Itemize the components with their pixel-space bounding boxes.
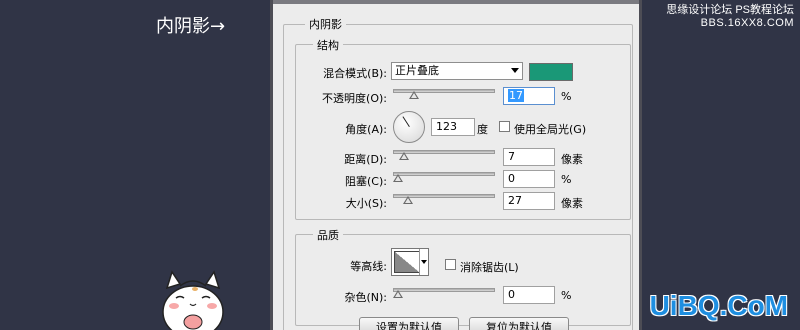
watermark-line1: 思缘设计论坛 PS教程论坛: [666, 4, 794, 16]
choke-label: 阻塞(C):: [345, 175, 387, 188]
chevron-down-icon[interactable]: [419, 249, 428, 275]
global-light-checkbox[interactable]: [499, 121, 510, 132]
structure-group-title: 结构: [313, 37, 343, 53]
noise-slider-thumb[interactable]: [393, 290, 403, 298]
choke-input[interactable]: 0: [503, 170, 555, 188]
blend-mode-value: 正片叠底: [395, 64, 439, 77]
noise-slider[interactable]: [393, 285, 495, 298]
blend-mode-select[interactable]: 正片叠底: [391, 62, 523, 80]
opacity-value: 17: [508, 89, 524, 102]
inner-shadow-group-title: 内阴影: [305, 16, 346, 32]
watermark-line2: BBS.16XX8.COM: [700, 17, 794, 29]
choke-slider[interactable]: [393, 169, 495, 182]
uibq-logo: UiBQ.CoM: [649, 290, 788, 321]
blend-color-swatch[interactable]: [529, 63, 573, 81]
reset-default-button[interactable]: 复位为默认值: [469, 317, 569, 330]
opacity-slider[interactable]: [393, 86, 495, 99]
size-unit: 像素: [561, 197, 583, 210]
dialog-top-strip: [273, 0, 639, 4]
choke-unit: %: [561, 173, 572, 186]
angle-input[interactable]: 123: [431, 118, 475, 136]
opacity-unit: %: [561, 90, 572, 103]
distance-input[interactable]: 7: [503, 148, 555, 166]
distance-unit: 像素: [561, 153, 583, 166]
inner-shadow-dialog: 内阴影 结构 混合模式(B): 正片叠底 不透明度(O): 17 % 角度(A)…: [270, 0, 642, 330]
hamster-mascot-illustration: [162, 270, 224, 330]
chevron-down-icon: [511, 68, 519, 73]
angle-dial[interactable]: [393, 111, 425, 143]
distance-label: 距离(D):: [344, 153, 387, 166]
noise-slider-track: [393, 288, 495, 292]
choke-slider-thumb[interactable]: [393, 174, 403, 182]
quality-group-title: 品质: [313, 227, 343, 243]
size-label: 大小(S):: [345, 197, 387, 210]
opacity-label: 不透明度(O):: [322, 92, 387, 105]
angle-label: 角度(A):: [345, 123, 387, 136]
size-slider[interactable]: [393, 191, 495, 204]
opacity-input[interactable]: 17: [503, 87, 555, 105]
watermark: 思缘设计论坛 PS教程论坛 BBS.16XX8.COM: [666, 4, 794, 30]
caption-text: 内阴影→: [156, 16, 226, 37]
noise-label: 杂色(N):: [344, 291, 387, 304]
size-input[interactable]: 27: [503, 192, 555, 210]
global-light-label: 使用全局光(G): [514, 123, 587, 136]
antialias-checkbox[interactable]: [445, 259, 456, 270]
antialias-label: 消除锯齿(L): [460, 261, 519, 274]
contour-preview: [394, 251, 420, 273]
blend-mode-label: 混合模式(B):: [323, 67, 387, 80]
quality-group: [295, 234, 631, 326]
set-default-button[interactable]: 设置为默认值: [359, 317, 459, 330]
noise-unit: %: [561, 289, 572, 302]
distance-slider-thumb[interactable]: [399, 152, 410, 160]
angle-dial-hand: [402, 116, 410, 127]
contour-picker[interactable]: [391, 248, 429, 276]
distance-slider[interactable]: [393, 147, 495, 160]
opacity-slider-thumb[interactable]: [408, 91, 419, 99]
contour-label: 等高线:: [350, 260, 387, 273]
angle-unit: 度: [477, 123, 488, 136]
choke-slider-track: [393, 172, 495, 176]
noise-input[interactable]: 0: [503, 286, 555, 304]
size-slider-thumb[interactable]: [403, 196, 414, 204]
